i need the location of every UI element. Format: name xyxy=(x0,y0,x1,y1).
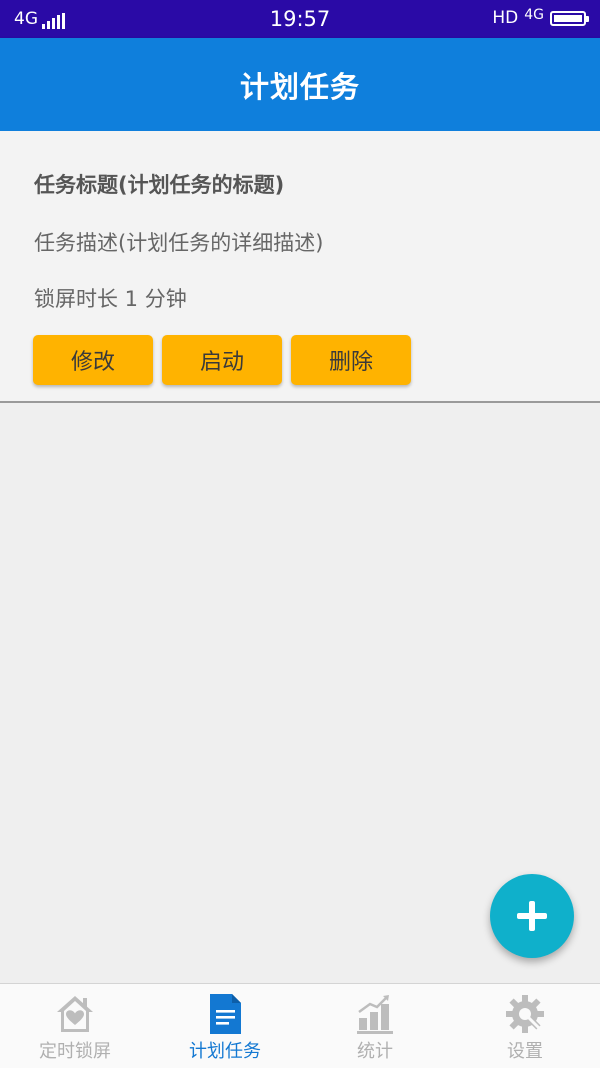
nav-item-statistics[interactable]: 统计 xyxy=(300,984,450,1068)
task-duration: 锁屏时长 1 分钟 xyxy=(34,287,187,311)
document-icon xyxy=(210,994,241,1034)
nav-label: 统计 xyxy=(357,1041,393,1062)
start-button[interactable]: 启动 xyxy=(162,335,282,385)
task-card: 任务标题(计划任务的标题) 任务描述(计划任务的详细描述) 锁屏时长 1 分钟 … xyxy=(0,131,600,403)
nav-label: 定时锁屏 xyxy=(39,1041,111,1062)
add-task-button[interactable] xyxy=(490,874,574,958)
task-actions: 修改 启动 删除 xyxy=(33,335,411,385)
nav-item-settings[interactable]: 设置 xyxy=(450,984,600,1068)
page-title: 计划任务 xyxy=(239,69,360,104)
bottom-nav: 定时锁屏 计划任务 统计 设置 xyxy=(0,983,600,1068)
hd-indicator: HD xyxy=(492,8,519,28)
app-bar: 计划任务 xyxy=(0,38,600,131)
nav-label: 设置 xyxy=(507,1041,543,1062)
nav-item-scheduled-tasks[interactable]: 计划任务 xyxy=(150,984,300,1068)
edit-button[interactable]: 修改 xyxy=(33,335,153,385)
delete-button[interactable]: 删除 xyxy=(291,335,411,385)
settings-gear-icon xyxy=(506,995,544,1033)
status-bar: 4G 19:57 HD 4G xyxy=(0,0,600,38)
nav-label: 计划任务 xyxy=(189,1041,261,1062)
task-description: 任务描述(计划任务的详细描述) xyxy=(34,231,324,255)
bar-chart-icon xyxy=(357,995,393,1034)
nav-item-timed-lock[interactable]: 定时锁屏 xyxy=(0,984,150,1068)
network-type-right: 4G xyxy=(524,7,544,23)
status-right: HD 4G xyxy=(492,7,589,28)
task-title: 任务标题(计划任务的标题) xyxy=(34,173,285,197)
battery-icon xyxy=(550,10,589,26)
home-icon xyxy=(57,996,93,1032)
